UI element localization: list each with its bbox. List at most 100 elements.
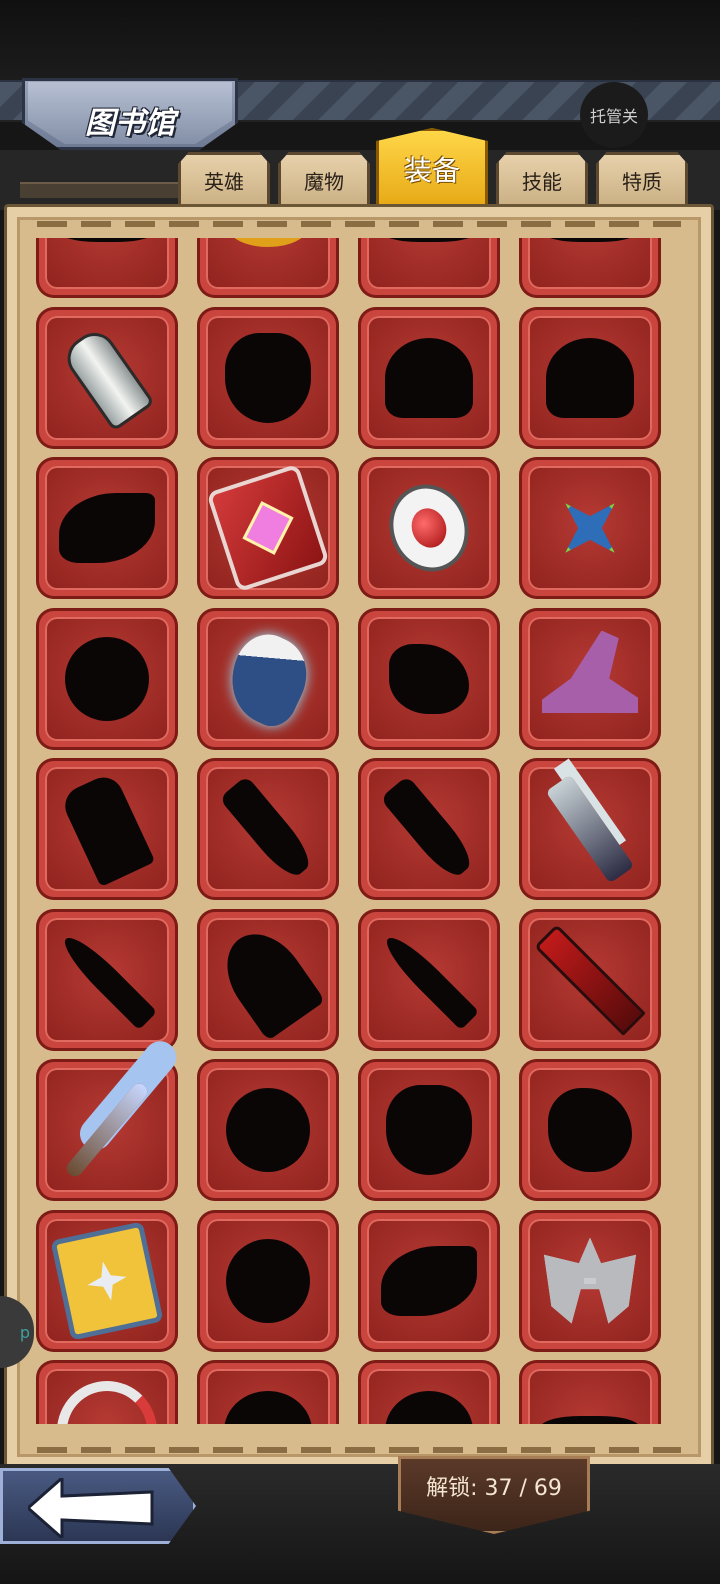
equipment-slot-unlocked[interactable] xyxy=(358,457,500,599)
tab-monsters[interactable]: 魔物 xyxy=(278,152,370,208)
equipment-slot-locked[interactable] xyxy=(36,758,178,900)
item-frame xyxy=(374,238,484,282)
equipment-slot-locked[interactable] xyxy=(197,1360,339,1424)
silhouette-spear-icon xyxy=(378,929,480,1030)
silhouette-glove-icon xyxy=(389,643,469,714)
spiked-helmet-item-icon xyxy=(544,1237,636,1324)
back-arrow-icon[interactable] xyxy=(28,1478,158,1538)
silhouette-blade-icon xyxy=(218,775,318,883)
spiked-shield-item-icon xyxy=(50,1220,164,1341)
item-frame xyxy=(213,774,323,884)
shelf-decoration xyxy=(20,182,180,198)
equipment-slot-locked[interactable] xyxy=(519,1360,661,1424)
equipment-slot-locked[interactable] xyxy=(358,758,500,900)
page-title: 图书馆 xyxy=(85,106,175,141)
item-frame xyxy=(52,473,162,583)
item-frame xyxy=(213,1075,323,1185)
tab-skills[interactable]: 技能 xyxy=(496,152,588,208)
equipment-slot-locked[interactable] xyxy=(358,908,500,1051)
item-frame xyxy=(535,323,645,433)
item-frame xyxy=(535,774,645,884)
equipment-slot-locked[interactable] xyxy=(197,908,339,1051)
silhouette-helm-icon xyxy=(546,337,634,418)
item-frame xyxy=(535,238,645,282)
equipment-slot-unlocked[interactable] xyxy=(197,238,339,298)
equipment-slot-unlocked[interactable] xyxy=(36,1360,178,1424)
equipment-slot-locked[interactable] xyxy=(36,607,178,750)
panel-border-decoration xyxy=(37,1447,681,1453)
tab-heroes[interactable]: 英雄 xyxy=(178,152,270,208)
equipment-slot-locked[interactable] xyxy=(358,607,500,750)
silhouette-hammer-icon xyxy=(58,771,156,887)
equipment-slot-locked[interactable] xyxy=(358,1209,500,1352)
silhouette-bag-icon xyxy=(386,1085,472,1175)
equipment-slot-unlocked[interactable] xyxy=(519,457,661,599)
top-bar xyxy=(0,0,720,80)
equipment-slot-unlocked[interactable] xyxy=(519,758,661,900)
equipment-slot-locked[interactable] xyxy=(358,306,500,449)
item-frame xyxy=(535,1226,645,1336)
item-frame xyxy=(535,1376,645,1424)
item-frame xyxy=(213,623,323,734)
item-frame xyxy=(52,323,162,433)
equipment-slot-unlocked[interactable] xyxy=(519,908,661,1051)
equipment-slot-locked[interactable] xyxy=(519,306,661,449)
crimson-sword-item-icon xyxy=(534,923,646,1036)
tab-traits[interactable]: 特质 xyxy=(596,152,688,208)
skull-scythe-item-icon xyxy=(545,774,635,884)
equipment-slot-locked[interactable] xyxy=(197,1209,339,1352)
silhouette-flat-icon xyxy=(540,1416,640,1424)
item-frame xyxy=(213,323,323,433)
equipment-slot-locked[interactable] xyxy=(519,1059,661,1201)
equipment-slot-locked[interactable] xyxy=(358,1059,500,1201)
equipment-slot-unlocked[interactable] xyxy=(36,1209,178,1352)
item-frame xyxy=(52,1075,162,1185)
equipment-slot-locked[interactable] xyxy=(358,238,500,298)
equipment-slot-unlocked[interactable] xyxy=(36,306,178,449)
equipment-slot-locked[interactable] xyxy=(36,238,178,298)
item-frame xyxy=(213,1226,323,1336)
silhouette-round-icon xyxy=(65,636,149,721)
equipment-slot-unlocked[interactable] xyxy=(36,1059,178,1201)
tab-equipment[interactable]: 装备 xyxy=(376,128,488,210)
item-frame xyxy=(206,463,330,593)
item-frame xyxy=(213,238,323,282)
equipment-slot-unlocked[interactable] xyxy=(197,457,339,599)
equipment-slot-locked[interactable] xyxy=(197,758,339,900)
equipment-slot-locked[interactable] xyxy=(519,238,661,298)
equipment-slot-locked[interactable] xyxy=(197,1059,339,1201)
silhouette-helm-icon xyxy=(224,1391,312,1424)
item-frame xyxy=(210,918,326,1041)
equipment-slot-unlocked[interactable] xyxy=(519,607,661,750)
silhouette-flat-icon xyxy=(379,238,479,242)
item-frame xyxy=(50,1220,164,1341)
item-frame xyxy=(374,1226,484,1336)
equipment-grid-viewport[interactable] xyxy=(36,238,668,1424)
auto-toggle-button[interactable]: 托管关 xyxy=(580,82,648,148)
item-frame xyxy=(535,1075,645,1185)
item-frame xyxy=(52,1376,162,1424)
silhouette-horn-icon xyxy=(381,1245,477,1316)
silhouette-round-icon xyxy=(226,1088,310,1172)
silhouette-spear-icon xyxy=(56,929,158,1030)
equipment-slot-locked[interactable] xyxy=(358,1360,500,1424)
item-frame xyxy=(535,624,645,734)
silhouette-bag-icon xyxy=(225,332,311,423)
item-frame xyxy=(52,771,162,887)
equipment-slot-locked[interactable] xyxy=(197,306,339,449)
panel-border-decoration xyxy=(37,221,681,227)
silhouette-flat-icon xyxy=(540,238,640,242)
equipment-slot-unlocked[interactable] xyxy=(197,607,339,750)
item-frame xyxy=(213,1376,323,1424)
item-frame xyxy=(374,473,484,583)
silhouette-round-icon xyxy=(226,1238,310,1323)
equipment-slot-unlocked[interactable] xyxy=(519,1209,661,1352)
equipment-slot-locked[interactable] xyxy=(36,457,178,599)
hook-item-icon xyxy=(57,1381,157,1424)
silhouette-helm-icon xyxy=(385,1391,473,1424)
silhouette-helm-icon xyxy=(385,337,473,418)
ruby-amulet-item-icon xyxy=(377,473,481,583)
equipment-slot-locked[interactable] xyxy=(36,908,178,1051)
silhouette-axe-icon xyxy=(210,918,326,1041)
silhouette-blob-icon xyxy=(548,1088,632,1172)
